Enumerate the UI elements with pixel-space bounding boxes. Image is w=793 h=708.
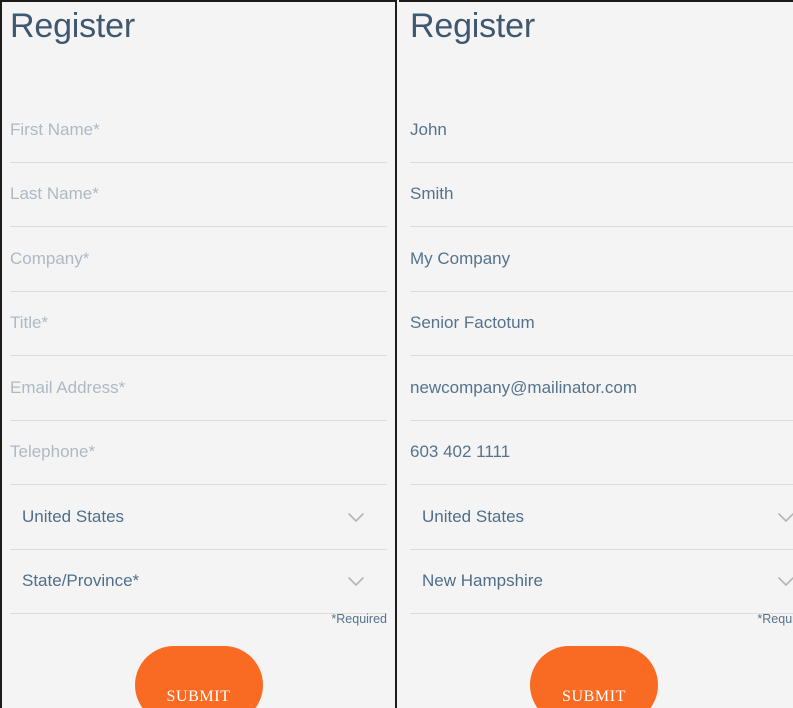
select-state-row[interactable]: State/Province* — [10, 550, 387, 614]
register-panel-filled: Register John Smith My Company Senior Factot… — [399, 0, 793, 708]
register-form: Register First Name* Last Name* Company* Tit… — [2, 2, 395, 708]
input-email-placeholder: Email Address* — [10, 377, 126, 397]
select-country-value: United States — [22, 506, 125, 526]
register-form: Register John Smith My Company Senior Factot… — [399, 2, 793, 708]
input-title-value: Senior Factotum — [410, 313, 535, 333]
input-first-name-value: John — [410, 119, 447, 139]
chevron-down-icon — [773, 504, 793, 530]
input-email-row[interactable]: newcompany@mailinator.com — [410, 356, 793, 421]
select-country-row[interactable]: United States — [10, 485, 387, 550]
input-company-row[interactable]: My Company — [410, 227, 793, 292]
input-email-row[interactable]: Email Address* — [10, 356, 387, 421]
input-title-row[interactable]: Title* — [10, 292, 387, 356]
select-state-row[interactable]: New Hampshire — [410, 550, 793, 614]
submit-button-label: SUBMIT — [166, 688, 231, 705]
select-state-value: New Hampshire — [422, 571, 543, 591]
input-last-name-placeholder: Last Name* — [10, 184, 99, 204]
input-last-name-row[interactable]: Last Name* — [10, 163, 387, 227]
page-title: Register — [410, 7, 536, 45]
select-state-placeholder: State/Province* — [22, 571, 140, 591]
submit-button[interactable]: SUBMIT — [530, 646, 658, 708]
input-first-name-row[interactable]: John — [410, 98, 793, 163]
chevron-down-icon — [773, 568, 793, 594]
field-list: John Smith My Company Senior Factotum newcom… — [410, 98, 793, 614]
input-company-value: My Company — [410, 248, 511, 268]
input-first-name-row[interactable]: First Name* — [10, 98, 387, 163]
submit-area: SUBMIT — [399, 646, 793, 708]
input-first-name-placeholder: First Name* — [10, 119, 100, 139]
input-telephone-row[interactable]: 603 402 1111 — [410, 421, 793, 485]
chevron-down-icon — [343, 568, 369, 594]
chevron-down-icon — [343, 504, 369, 530]
input-company-placeholder: Company* — [10, 248, 90, 268]
select-country-value: United States — [422, 506, 525, 526]
field-list: First Name* Last Name* Company* Title* Email… — [10, 98, 387, 614]
input-telephone-value: 603 402 1111 — [410, 442, 511, 462]
submit-button[interactable]: SUBMIT — [134, 646, 263, 708]
page-title: Register — [10, 7, 136, 45]
input-email-value: newcompany@mailinator.com — [410, 377, 638, 397]
select-country-row[interactable]: United States — [410, 485, 793, 550]
input-title-row[interactable]: Senior Factotum — [410, 292, 793, 356]
required-note: *Required — [757, 612, 793, 626]
submit-button-label: SUBMIT — [561, 688, 627, 705]
input-telephone-row[interactable]: Telephone* — [10, 421, 387, 485]
input-last-name-value: Smith — [410, 184, 454, 204]
input-last-name-row[interactable]: Smith — [410, 163, 793, 227]
input-title-placeholder: Title* — [10, 313, 49, 333]
required-note: *Required — [331, 612, 387, 626]
input-telephone-placeholder: Telephone* — [10, 442, 96, 462]
submit-area: SUBMIT — [2, 646, 395, 708]
register-form-comparison: Register First Name* Last Name* Company* Tit… — [0, 0, 793, 708]
register-panel-empty: Register First Name* Last Name* Company* Tit… — [0, 0, 397, 708]
input-company-row[interactable]: Company* — [10, 227, 387, 292]
